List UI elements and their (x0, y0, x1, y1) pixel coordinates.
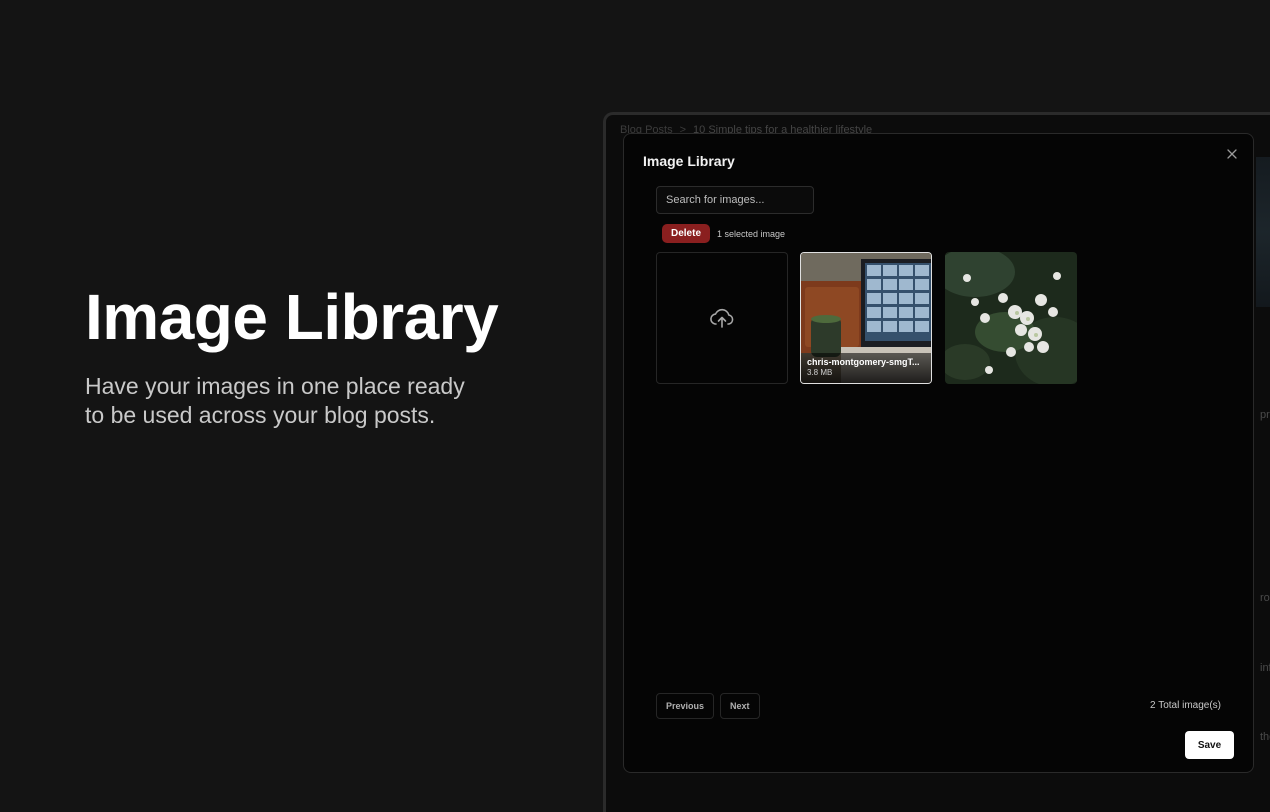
image-tile[interactable]: chris-montgomery-smgT... 3.8 MB (800, 252, 932, 384)
background-text-fragment: pro (1260, 409, 1270, 421)
hero-subtitle: Have your images in one place ready to b… (85, 373, 465, 428)
background-text-fragment: info (1260, 662, 1270, 674)
next-button[interactable]: Next (720, 693, 760, 719)
selected-count: 1 selected image (717, 228, 786, 239)
previous-button[interactable]: Previous (656, 693, 715, 719)
image-filename: chris-montgomery-smgT... (807, 357, 920, 367)
image-caption: chris-montgomery-smgT... 3.8 MB (801, 353, 931, 383)
image-thumbnail (945, 252, 1077, 384)
search-input[interactable] (656, 186, 814, 214)
background-text-fragment: the (1260, 731, 1270, 743)
image-filesize: 3.8 MB (807, 368, 833, 377)
cloud-upload-icon (710, 308, 734, 328)
delete-button[interactable]: Delete (662, 224, 711, 243)
modal-title: Image Library (643, 153, 735, 169)
image-tile[interactable] (945, 252, 1077, 384)
save-button[interactable]: Save (1185, 731, 1234, 759)
background-text-fragment: rov (1260, 592, 1270, 604)
selection-actions: Delete 1 selected image (662, 224, 785, 243)
upload-tile[interactable] (656, 252, 788, 384)
close-button[interactable] (1224, 146, 1240, 162)
image-library-modal: Image Library Delete 1 selected image (623, 133, 1254, 773)
hero-title: Image Library (85, 281, 499, 353)
close-icon (1227, 149, 1237, 159)
pagination: Previous Next (656, 693, 760, 719)
background-image (1256, 157, 1270, 307)
hero-text: Image Library Have your images in one pl… (85, 278, 545, 430)
total-count: 2 Total image(s) (1150, 700, 1221, 711)
